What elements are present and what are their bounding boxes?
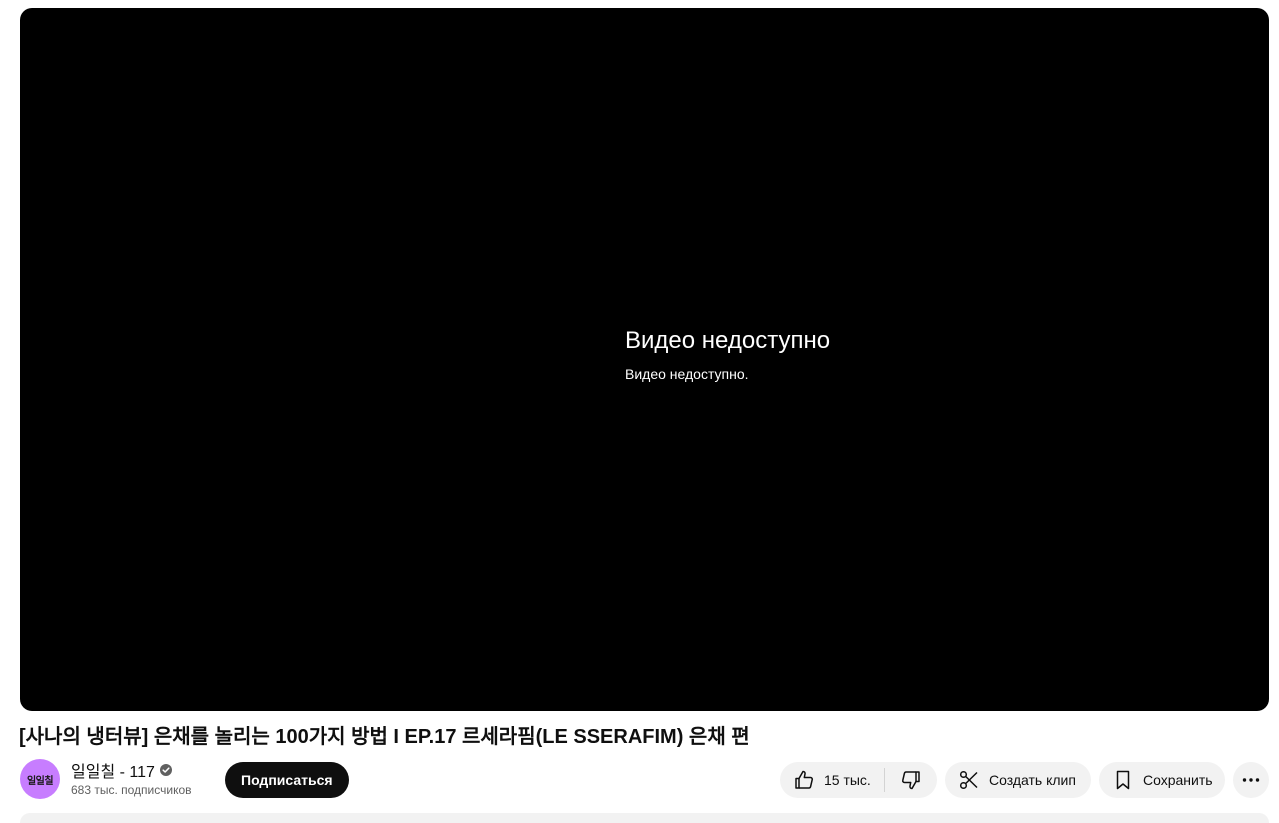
video-owner: 일일칠 일일칠 - 117 683 тыс. подписчиков: [20, 759, 192, 799]
scissors-icon: [957, 768, 981, 792]
description-panel-edge[interactable]: [20, 813, 1269, 823]
channel-avatar-text: 일일칠: [26, 775, 54, 787]
thumbs-down-icon: [899, 768, 923, 792]
video-player[interactable]: Видео недоступно Видео недоступно.: [20, 8, 1269, 711]
create-clip-button[interactable]: Создать клип: [945, 762, 1091, 798]
channel-name[interactable]: 일일칠 - 117: [71, 758, 155, 782]
like-button[interactable]: 15 тыс.: [780, 762, 884, 798]
more-actions-button[interactable]: [1233, 762, 1269, 798]
channel-avatar[interactable]: 일일칠: [20, 759, 60, 799]
verified-check-icon: [159, 764, 172, 776]
like-dislike-group: 15 тыс.: [780, 762, 937, 798]
channel-info: 일일칠 - 117 683 тыс. подписчиков: [71, 759, 192, 799]
dislike-button[interactable]: [885, 762, 937, 798]
subscribe-button[interactable]: Подписаться: [225, 762, 349, 798]
save-label: Сохранить: [1143, 772, 1213, 788]
player-error-message: Видео недоступно Видео недоступно.: [625, 326, 830, 383]
like-count: 15 тыс.: [824, 772, 871, 788]
channel-name-row: 일일칠 - 117: [71, 759, 192, 781]
player-error-subtitle: Видео недоступно.: [625, 366, 749, 382]
thumbs-up-icon: [792, 768, 816, 792]
more-horizontal-icon: [1239, 768, 1263, 792]
subscriber-count: 683 тыс. подписчиков: [71, 783, 192, 797]
player-error-title: Видео недоступно: [625, 327, 831, 354]
create-clip-label: Создать клип: [989, 772, 1076, 788]
save-button[interactable]: Сохранить: [1099, 762, 1225, 798]
bookmark-icon: [1111, 768, 1135, 792]
video-title: [사나의 냉터뷰] 은채를 놀리는 100가지 방법 I EP.17 르세라핌(…: [19, 726, 750, 748]
